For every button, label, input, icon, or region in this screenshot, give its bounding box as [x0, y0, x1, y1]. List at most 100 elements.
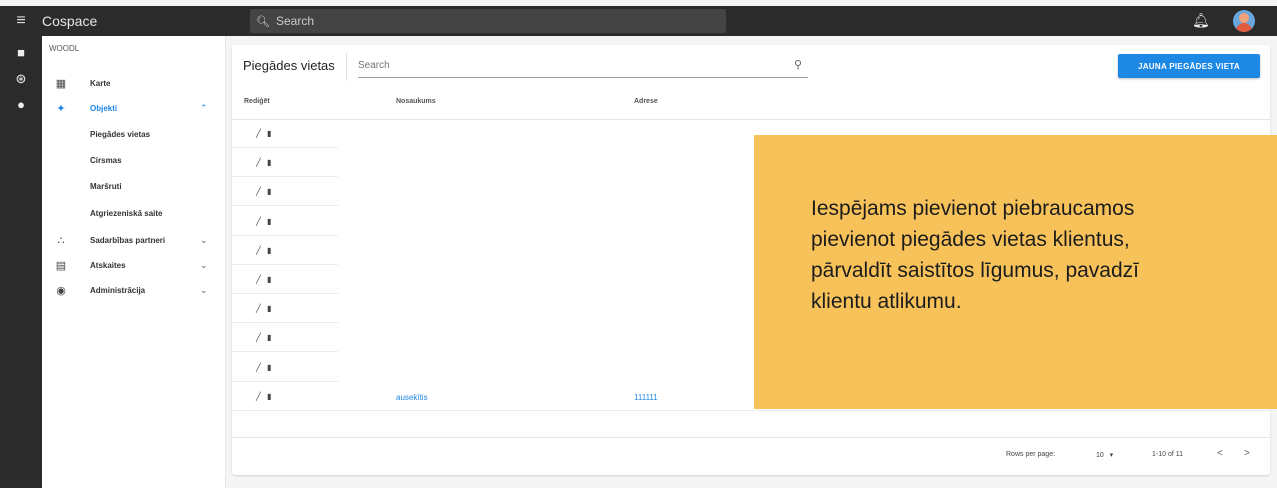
- page-title: Piegādes vietas: [243, 58, 335, 73]
- row-actions[interactable]: ╱ ▮: [256, 304, 271, 313]
- row-actions[interactable]: ╱ ▮: [256, 187, 271, 196]
- info-callout: Iespējams pievienot piebraucamos pievien…: [754, 135, 1277, 409]
- org-label: WOODL: [49, 44, 80, 53]
- subnav-atgriezeniska-saite[interactable]: Atgriezeniskā saite: [90, 209, 162, 218]
- row-divider: [232, 263, 338, 265]
- search-icon[interactable]: ⚲: [794, 58, 802, 71]
- nav-item-atskaites[interactable]: ▤ Atskaites ⌄: [42, 254, 226, 276]
- next-page-button[interactable]: >: [1244, 448, 1250, 459]
- bell-icon[interactable]: 🔔︎: [1192, 12, 1210, 29]
- delete-icon[interactable]: ▮: [265, 158, 271, 167]
- delete-icon[interactable]: ▮: [265, 246, 271, 255]
- hamburger-icon[interactable]: ≡: [0, 6, 42, 36]
- edit-icon[interactable]: ╱: [256, 129, 261, 138]
- avatar-head: [1239, 13, 1249, 23]
- delete-icon[interactable]: ▮: [265, 129, 271, 138]
- top-bar: ≡ Cospace 🔍︎ Search 🔔︎: [0, 6, 1277, 36]
- row-divider: [232, 380, 338, 382]
- report-icon: ▤: [55, 259, 67, 272]
- row-actions[interactable]: ╱ ▮: [256, 217, 271, 226]
- edit-icon[interactable]: ╱: [256, 333, 261, 342]
- map-icon: ▦: [55, 77, 67, 90]
- nav-item-label: Objekti: [90, 103, 118, 113]
- column-header-name[interactable]: Nosaukums: [396, 98, 436, 105]
- edit-icon[interactable]: ╱: [256, 217, 261, 226]
- row-actions[interactable]: ╱ ▮: [256, 158, 271, 167]
- cell-name[interactable]: ausekītis: [396, 393, 428, 402]
- search-icon: 🔍︎: [256, 15, 270, 28]
- divider: [346, 53, 347, 81]
- callout-text: Iespējams pievienot piebraucamos pievien…: [811, 197, 1139, 313]
- row-divider: [232, 147, 338, 148]
- side-navigation: WOODL ▦ Karte ✦ Objekti ⌃ Piegādes vieta…: [42, 36, 226, 488]
- edit-icon[interactable]: ╱: [256, 158, 261, 167]
- column-header-edit[interactable]: Rediģēt: [244, 98, 270, 105]
- nav-item-objekti[interactable]: ✦ Objekti ⌃: [42, 97, 226, 119]
- edit-icon[interactable]: ╱: [256, 363, 261, 372]
- search-input[interactable]: [358, 54, 778, 76]
- table-search[interactable]: ⚲: [358, 54, 808, 78]
- delete-icon[interactable]: ▮: [265, 275, 271, 284]
- delete-icon[interactable]: ▮: [265, 304, 271, 313]
- edit-icon[interactable]: ╱: [256, 304, 261, 313]
- tree-icon[interactable]: ⊛: [12, 70, 30, 88]
- nav-item-sadarbibas-partneri[interactable]: ∴ Sadarbības partneri ⌄: [42, 229, 226, 251]
- nav-item-label: Karte: [90, 78, 111, 88]
- rows-per-page-select[interactable]: 10 ▾: [1096, 451, 1113, 459]
- subnav-piegades-vietas[interactable]: Piegādes vietas: [90, 130, 150, 139]
- row-divider: [232, 322, 338, 324]
- chevron-down-icon: ⌄: [200, 284, 208, 295]
- edit-icon[interactable]: ╱: [256, 187, 261, 196]
- global-search-placeholder: Search: [275, 14, 314, 28]
- row-divider: [232, 293, 338, 294]
- row-actions[interactable]: ╱ ▮: [256, 129, 271, 138]
- row-actions[interactable]: ╱ ▮: [256, 275, 271, 284]
- edit-icon[interactable]: ╱: [256, 275, 261, 284]
- delete-icon[interactable]: ▮: [265, 363, 271, 372]
- delete-icon[interactable]: ▮: [265, 333, 271, 342]
- row-divider: [232, 351, 338, 353]
- person-icon[interactable]: ●: [12, 96, 30, 114]
- nav-item-karte[interactable]: ▦ Karte: [42, 72, 226, 94]
- nav-item-label: Sadarbības partneri: [90, 235, 166, 245]
- row-actions[interactable]: ╱ ▮: [256, 246, 271, 255]
- nav-item-label: Administrācija: [90, 285, 146, 295]
- row-divider: [232, 205, 338, 207]
- row-actions[interactable]: ╱ ▮: [256, 363, 271, 372]
- rows-per-page-value: 10: [1096, 452, 1104, 459]
- row-divider: [232, 234, 338, 236]
- delete-icon[interactable]: ▮: [265, 392, 271, 401]
- pager-divider: [232, 437, 1270, 438]
- left-rail: ■ ⊛ ●: [0, 36, 42, 488]
- avatar-body: [1236, 23, 1252, 32]
- user-avatar[interactable]: [1233, 10, 1255, 32]
- objects-icon: ✦: [56, 102, 66, 115]
- prev-page-button[interactable]: <: [1217, 448, 1223, 459]
- row-divider: [232, 409, 1270, 411]
- delete-icon[interactable]: ▮: [265, 187, 271, 196]
- nav-item-administracija[interactable]: ◉ Administrācija ⌄: [42, 279, 226, 301]
- global-search[interactable]: 🔍︎ Search: [250, 9, 726, 33]
- row-actions[interactable]: ╱ ▮: [256, 333, 271, 342]
- account-icon: ◉: [56, 284, 66, 297]
- pagination-range: 1-10 of 11: [1152, 451, 1184, 458]
- column-header-address[interactable]: Adrese: [634, 98, 658, 105]
- nav-item-label: Atskaites: [90, 260, 126, 270]
- app-title: Cospace: [42, 13, 98, 29]
- partners-icon: ∴: [57, 234, 65, 247]
- chevron-down-icon: ⌄: [200, 234, 208, 245]
- chevron-up-icon: ⌃: [200, 102, 208, 113]
- subnav-marsruti[interactable]: Maršruti: [90, 182, 122, 191]
- cell-address[interactable]: 111111: [634, 393, 658, 402]
- app-frame: ≡ Cospace 🔍︎ Search 🔔︎ ■ ⊛ ● WOODL ▦ Kar…: [0, 0, 1277, 488]
- edit-icon[interactable]: ╱: [256, 246, 261, 255]
- chevron-down-icon: ⌄: [200, 259, 208, 270]
- edit-icon[interactable]: ╱: [256, 392, 261, 401]
- dropdown-arrow-icon: ▾: [1105, 452, 1114, 459]
- subnav-cirsmas[interactable]: Cirsmas: [90, 156, 122, 165]
- delete-icon[interactable]: ▮: [265, 217, 271, 226]
- row-divider: [232, 176, 338, 178]
- new-delivery-place-button[interactable]: JAUNA PIEGĀDES VIETA: [1118, 54, 1260, 78]
- row-actions[interactable]: ╱ ▮: [256, 392, 271, 401]
- folder-icon[interactable]: ■: [12, 44, 30, 62]
